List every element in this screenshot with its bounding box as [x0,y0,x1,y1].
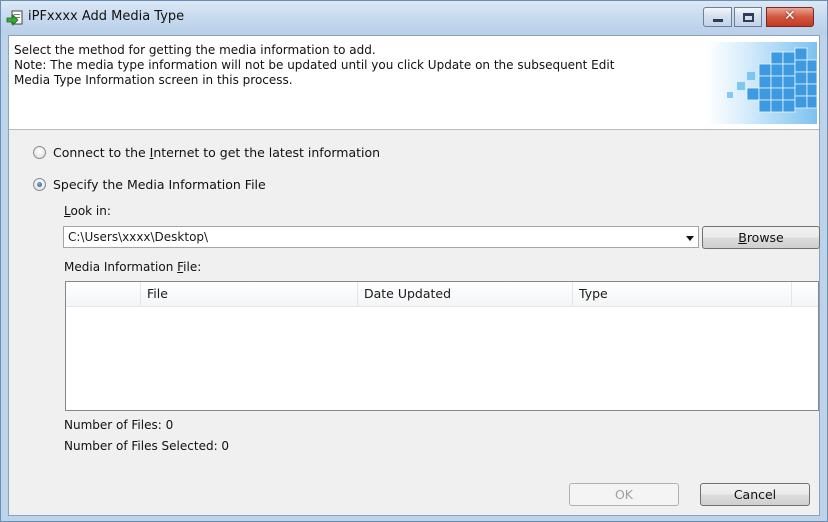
dialog-client-area: Select the method for getting the media … [8,35,820,516]
look-in-label: Look in: [64,204,111,218]
selected-count-text: Number of Files Selected: 0 [64,439,230,453]
title-bar[interactable]: iPFxxxx Add Media Type ✕ [1,1,827,35]
internet-radio[interactable] [33,145,46,159]
maximize-button[interactable] [734,7,762,27]
instruction-line-3: Media Type Information screen in this pr… [14,73,293,87]
column-header-type[interactable]: Type [573,282,792,307]
look-in-combobox[interactable]: C:\Users\xxxx\Desktop\ [63,226,699,248]
maximize-icon [743,13,754,22]
instruction-header: Select the method for getting the media … [9,36,819,130]
media-file-list[interactable]: File Date Updated Type [65,281,819,411]
app-icon [6,10,23,26]
option-media-file[interactable]: Specify the Media Information File [33,175,266,193]
add-media-type-window: iPFxxxx Add Media Type ✕ Select the meth… [0,0,828,522]
media-cube-icon [707,42,817,124]
minimize-icon [713,19,723,22]
chevron-down-icon[interactable] [686,236,694,241]
look-in-value: C:\Users\xxxx\Desktop\ [68,230,209,244]
instruction-line-2: Note: The media type information will no… [14,58,615,72]
cancel-button[interactable]: Cancel [700,483,810,506]
column-header-select[interactable] [66,282,141,307]
instruction-text: Select the method for getting the media … [14,43,704,88]
minimize-button[interactable] [703,7,732,27]
media-file-radio[interactable] [33,177,46,191]
ok-button[interactable]: OK [569,483,679,506]
browse-button[interactable]: Browse [702,226,820,249]
column-header-date-updated[interactable]: Date Updated [358,282,573,307]
window-title: iPFxxxx Add Media Type [28,9,185,24]
file-count-text: Number of Files: 0 [64,418,174,432]
column-header-file[interactable]: File [141,282,358,307]
close-icon: ✕ [784,8,796,24]
instruction-line-1: Select the method for getting the media … [14,43,376,57]
option-internet[interactable]: Connect to the Internet to get the lates… [33,143,380,161]
internet-option-label: Connect to the Internet to get the lates… [53,144,381,160]
list-header: File Date Updated Type [66,282,818,307]
media-file-option-label: Specify the Media Information File [53,176,266,192]
close-button[interactable]: ✕ [766,7,814,27]
media-file-label: Media Information File: [64,260,202,274]
